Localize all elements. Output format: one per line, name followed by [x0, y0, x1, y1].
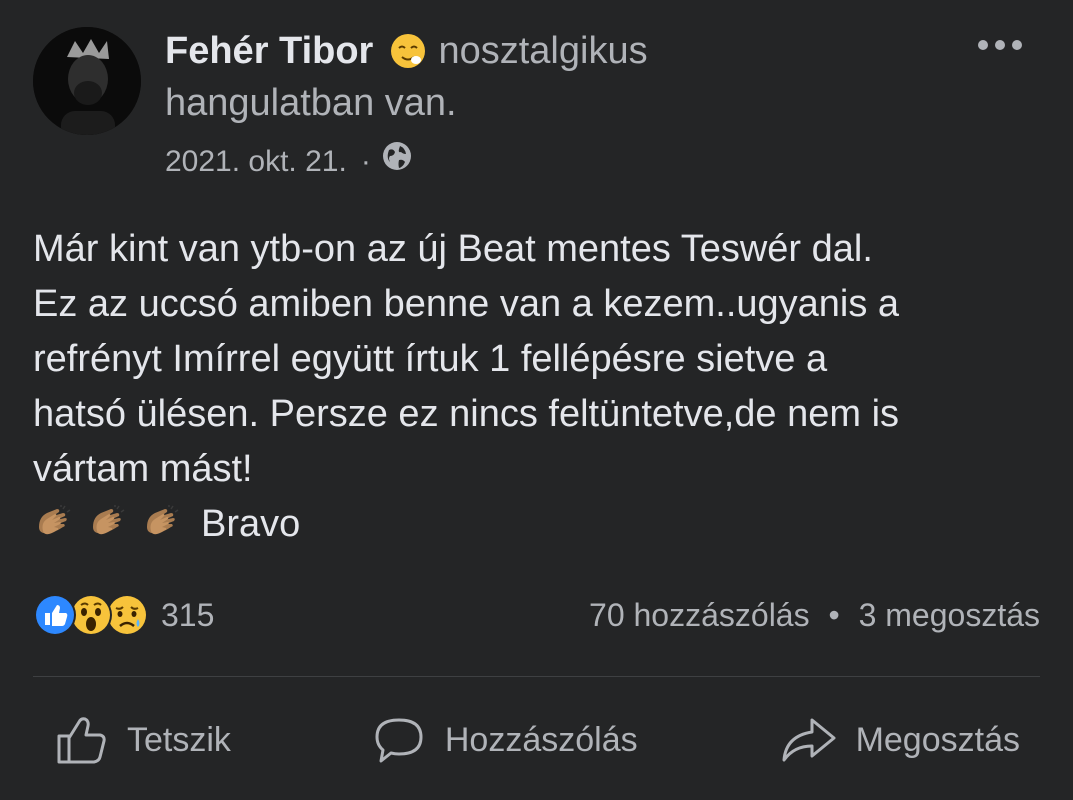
clapping-hands-icon [93, 504, 125, 534]
post-text-line: Már kint van ytb-on az új Beat mentes Te… [33, 228, 873, 270]
comment-icon [375, 718, 423, 763]
feeling-label: nosztalgikus [438, 30, 648, 72]
author-avatar[interactable] [33, 27, 141, 135]
meta-separator: · [360, 144, 371, 178]
comment-label: Hozzászólás [444, 720, 638, 759]
comment-count-link[interactable]: 70 hozzászólás [589, 597, 810, 633]
share-count-link[interactable]: 3 megosztás [859, 597, 1040, 633]
like-label: Tetszik [127, 720, 231, 759]
clapping-hands-icon [39, 504, 71, 534]
thumbs-up-icon [57, 717, 106, 764]
more-options-icon [978, 40, 1022, 50]
post-text: Már kint van ytb-on az új Beat mentes Te… [33, 222, 1043, 552]
post-text-line: Ez az uccsó amiben benne van a kezem..ug… [33, 283, 900, 325]
clapping-hands-icon [147, 504, 179, 534]
action-bar: Tetszik Hozzászólás Megosztás [33, 700, 1040, 780]
share-button[interactable]: Megosztás [758, 712, 1040, 768]
feeling-suffix: hangulatban van. [165, 82, 457, 124]
share-label: Megosztás [855, 720, 1020, 759]
post-header: Fehér Tibor nosztalgikus [165, 26, 648, 82]
nostalgic-face-icon [390, 32, 426, 82]
author-name[interactable]: Fehér Tibor [165, 30, 373, 72]
post-text-line: refrényt Imírrel együtt írtuk 1 fellépés… [33, 338, 828, 380]
more-options-button[interactable] [975, 30, 1025, 60]
share-arrow-icon [782, 718, 836, 762]
avatar-portrait [33, 27, 141, 135]
comment-button[interactable]: Hozzászólás [351, 712, 658, 768]
post-text-line: hatsó ülésen. Persze ez nincs feltüntetv… [33, 393, 900, 435]
stats-separator: • [828, 597, 840, 633]
reaction-count: 315 [161, 596, 215, 633]
globe-icon [381, 140, 413, 183]
post-text-line: vártam mást! [33, 448, 253, 490]
post-meta: 2021. okt. 21. · [165, 140, 413, 183]
reactions-summary[interactable]: 315 [33, 593, 214, 637]
divider [33, 676, 1040, 677]
like-reaction-icon [33, 593, 77, 637]
like-button[interactable]: Tetszik [33, 712, 251, 768]
engagement-stats: 70 hozzászólás • 3 megosztás [589, 593, 1040, 637]
closing-text: Bravo [201, 503, 301, 545]
closing-line: Bravo [33, 497, 1043, 552]
post-date[interactable]: 2021. okt. 21. [165, 142, 347, 182]
